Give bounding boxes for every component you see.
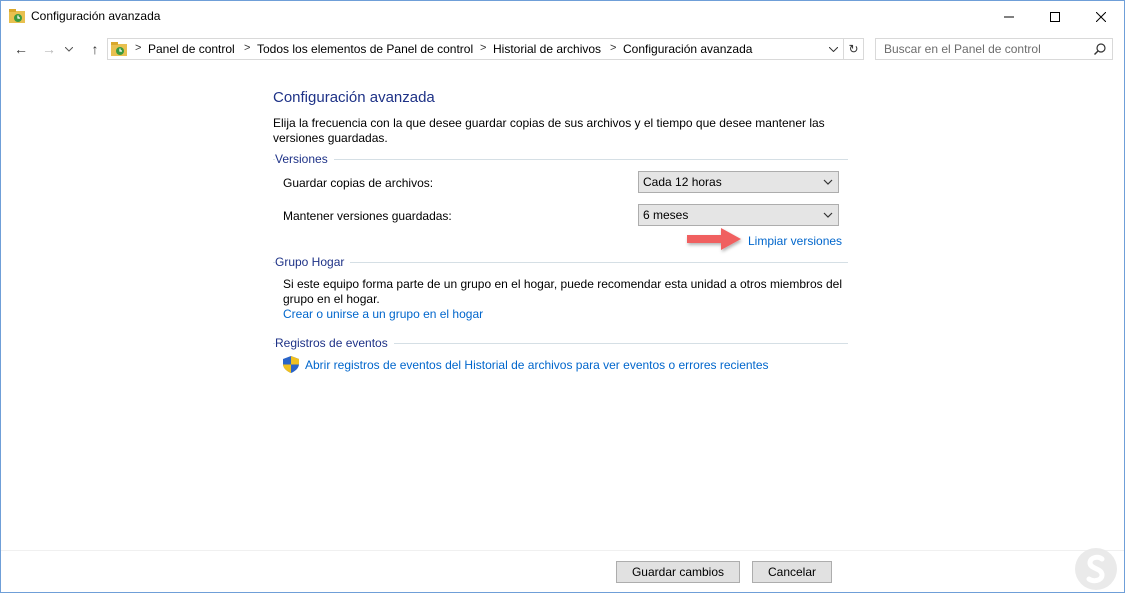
title-bar: Configuración avanzada <box>1 1 1124 32</box>
refresh-button[interactable]: ↻ <box>844 38 864 60</box>
window: Configuración avanzada ← → ↑ > Panel de … <box>0 0 1125 593</box>
event-logs-link[interactable]: Abrir registros de eventos del Historial… <box>305 358 769 372</box>
minimize-icon <box>1004 16 1014 17</box>
keep-versions-value: 6 meses <box>643 208 689 222</box>
history-folder-icon <box>9 9 25 23</box>
address-bar[interactable]: > Panel de control > Todos los elementos… <box>107 38 844 60</box>
minimize-button[interactable] <box>986 1 1032 32</box>
chevron-down-icon <box>823 179 833 185</box>
save-changes-button[interactable]: Guardar cambios <box>616 561 740 583</box>
site-logo-watermark <box>1075 548 1117 590</box>
breadcrumb-historial-de-archivos[interactable]: Historial de archivos <box>493 42 601 56</box>
breadcrumb-panel-de-control[interactable]: Panel de control <box>148 42 235 56</box>
search-input[interactable]: Buscar en el Panel de control <box>875 38 1113 60</box>
save-copies-value: Cada 12 horas <box>643 175 722 189</box>
up-button[interactable]: ↑ <box>85 39 105 59</box>
versiones-divider <box>273 159 848 160</box>
homegroup-link[interactable]: Crear o unirse a un grupo en el hogar <box>283 307 483 321</box>
forward-button[interactable]: → <box>39 39 59 59</box>
maximize-icon <box>1050 11 1060 22</box>
breadcrumb-separator[interactable]: > <box>480 42 486 54</box>
grupo-hogar-divider <box>273 262 848 263</box>
breadcrumb-configuracion-avanzada[interactable]: Configuración avanzada <box>623 42 752 56</box>
cancel-button[interactable]: Cancelar <box>752 561 832 583</box>
breadcrumb-todos-los-elementos[interactable]: Todos los elementos de Panel de control <box>257 42 473 56</box>
navigation-bar: ← → ↑ > Panel de control > Todos los ele… <box>1 34 1124 64</box>
footer-divider <box>1 550 1124 551</box>
grupo-hogar-description: Si este equipo forma parte de un grupo e… <box>283 277 843 306</box>
refresh-icon: ↻ <box>848 42 859 56</box>
chevron-down-icon <box>823 212 833 218</box>
chevron-down-icon <box>65 46 73 52</box>
breadcrumb-separator[interactable]: > <box>244 42 250 54</box>
breadcrumb-separator[interactable]: > <box>135 42 141 54</box>
uac-shield-icon <box>283 356 299 373</box>
up-arrow-icon: ↑ <box>91 41 99 57</box>
recent-locations-button[interactable] <box>63 39 75 59</box>
search-icon[interactable] <box>1094 43 1106 55</box>
keep-versions-label: Mantener versiones guardadas: <box>283 209 452 223</box>
close-icon <box>1096 11 1106 22</box>
grupo-hogar-group-title: Grupo Hogar <box>275 255 351 269</box>
page-description: Elija la frecuencia con la que desee gua… <box>273 116 825 145</box>
search-placeholder: Buscar en el Panel de control <box>884 42 1041 56</box>
breadcrumb-separator[interactable]: > <box>610 42 616 54</box>
back-arrow-icon: ← <box>14 41 28 57</box>
registros-group-title: Registros de eventos <box>275 336 394 350</box>
keep-versions-select[interactable]: 6 meses <box>638 204 839 226</box>
history-folder-icon <box>111 42 127 56</box>
chevron-down-icon <box>828 46 838 52</box>
versiones-group-title: Versiones <box>275 152 334 166</box>
save-copies-select[interactable]: Cada 12 horas <box>638 171 839 193</box>
forward-arrow-icon: → <box>42 41 56 57</box>
callout-arrow-icon <box>687 228 741 250</box>
address-dropdown-button[interactable] <box>826 42 840 56</box>
back-button[interactable]: ← <box>11 39 31 59</box>
maximize-button[interactable] <box>1032 1 1078 32</box>
save-copies-label: Guardar copias de archivos: <box>283 176 434 190</box>
page-title: Configuración avanzada <box>273 89 435 106</box>
close-button[interactable] <box>1078 1 1124 32</box>
window-title: Configuración avanzada <box>31 9 161 23</box>
cleanup-versions-link[interactable]: Limpiar versiones <box>748 234 842 248</box>
